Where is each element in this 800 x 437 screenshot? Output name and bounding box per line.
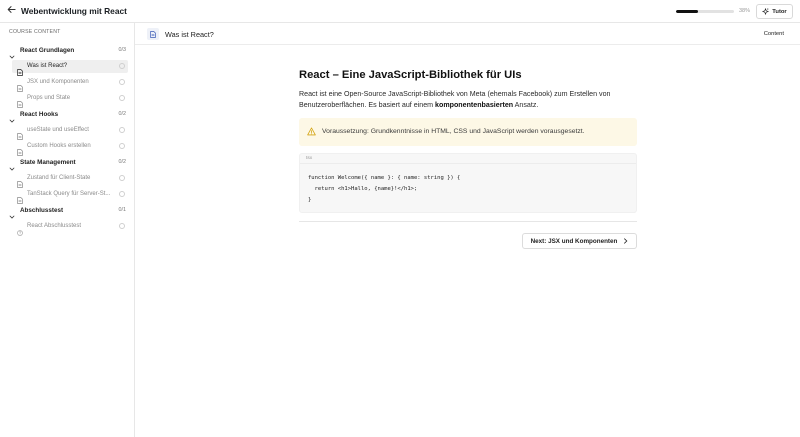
tutor-label: Tutor xyxy=(772,8,787,15)
next-lesson-label: Next: JSX und Komponenten xyxy=(530,237,618,245)
completion-circle-icon[interactable] xyxy=(119,78,125,85)
sparkle-icon xyxy=(762,8,770,15)
sidebar-lesson-item[interactable]: React Abschlusstest xyxy=(12,220,128,236)
article-title: React – Eine JavaScript-Bibliothek für U… xyxy=(299,69,522,81)
section-title: React Hooks xyxy=(20,111,59,118)
content-button[interactable]: Content xyxy=(764,30,784,39)
sidebar-section[interactable]: React Grundlagen 0/3 xyxy=(0,44,135,59)
chevron-down-icon xyxy=(9,47,15,59)
sidebar-section[interactable]: React Hooks 0/2 xyxy=(0,108,135,123)
document-icon xyxy=(17,175,23,188)
lesson-title: Was ist React? xyxy=(27,62,68,69)
paragraph-bold-text: komponentenbasierten xyxy=(435,101,514,110)
completion-circle-icon[interactable] xyxy=(119,94,125,101)
completion-circle-icon[interactable] xyxy=(119,62,125,69)
completion-circle-icon[interactable] xyxy=(119,174,125,181)
sidebar-lesson-item[interactable]: JSX und Komponenten xyxy=(12,76,128,92)
course-progress-bar xyxy=(676,10,734,13)
chevron-down-icon xyxy=(9,159,15,171)
sidebar-lesson-item[interactable]: useState und useEffect xyxy=(12,124,128,140)
warning-icon xyxy=(307,127,316,136)
completion-circle-icon[interactable] xyxy=(119,126,125,133)
sidebar-lesson-item[interactable]: Zustand für Client-State xyxy=(12,172,128,188)
course-title: Webentwicklung mit React xyxy=(21,6,127,16)
code-language-label: tsx xyxy=(300,154,636,164)
paragraph-text-end: Ansatz. xyxy=(513,101,539,110)
sidebar-lesson-item[interactable]: Was ist React? xyxy=(12,59,128,76)
sidebar-lesson-item[interactable]: Props und State xyxy=(12,92,128,108)
lesson-title: Zustand für Client-State xyxy=(27,174,91,181)
sidebar-section[interactable]: Abschlusstest 0/1 xyxy=(0,204,135,219)
code-content: function Welcome({ name }: { name: strin… xyxy=(308,175,461,203)
lesson-title: Props und State xyxy=(27,94,71,101)
lesson-title: useState und useEffect xyxy=(27,126,89,133)
section-progress-count: 0/1 xyxy=(118,207,127,213)
section-title: State Management xyxy=(20,159,76,166)
section-title: Abschlusstest xyxy=(20,207,64,214)
chevron-right-icon xyxy=(624,238,628,244)
sidebar-section[interactable]: State Management 0/2 xyxy=(0,156,135,171)
article-paragraph: React ist eine Open-Source JavaScript-Bi… xyxy=(299,89,637,111)
document-icon xyxy=(17,95,23,108)
quiz-icon xyxy=(17,223,23,236)
chevron-down-icon xyxy=(9,207,15,219)
section-title: React Grundlagen xyxy=(20,47,75,54)
tutor-button[interactable]: Tutor xyxy=(756,4,793,19)
section-progress-count: 0/3 xyxy=(118,47,127,53)
sidebar-lesson-item[interactable]: TanStack Query für Server-St... xyxy=(12,188,128,204)
next-lesson-button[interactable]: Next: JSX und Komponenten xyxy=(522,233,637,249)
course-sidebar: COURSE CONTENT React Grundlagen 0/3 Was is… xyxy=(0,23,135,437)
document-icon xyxy=(17,191,23,204)
back-arrow-icon[interactable] xyxy=(7,5,17,17)
lesson-document-icon xyxy=(147,28,159,40)
code-block: tsx function Welcome({ name }: { name: s… xyxy=(299,153,637,213)
document-icon xyxy=(17,63,23,76)
progress-percent: 38% xyxy=(739,8,751,14)
lesson-title: TanStack Query für Server-St... xyxy=(27,190,111,197)
lesson-title: JSX und Komponenten xyxy=(27,78,89,85)
lesson-title: React Abschlusstest xyxy=(27,222,82,229)
sidebar-heading: COURSE CONTENT xyxy=(9,29,61,35)
progress-fill xyxy=(676,10,699,13)
callout-text: Voraussetzung: Grundkenntnisse in HTML, … xyxy=(322,128,585,135)
sidebar-lesson-item[interactable]: Custom Hooks erstellen xyxy=(12,140,128,156)
lesson-title: Was ist React? xyxy=(165,30,214,39)
section-progress-count: 0/2 xyxy=(118,159,127,165)
completion-circle-icon[interactable] xyxy=(119,222,125,229)
chevron-down-icon xyxy=(9,111,15,123)
document-icon xyxy=(17,143,23,156)
prerequisite-callout: Voraussetzung: Grundkenntnisse in HTML, … xyxy=(299,118,637,146)
document-icon xyxy=(17,127,23,140)
document-icon xyxy=(17,79,23,92)
completion-circle-icon[interactable] xyxy=(119,142,125,149)
section-progress-count: 0/2 xyxy=(118,111,127,117)
top-bar: Webentwicklung mit React 38% Tutor xyxy=(0,0,800,23)
divider xyxy=(299,221,637,222)
lesson-header: Was ist React? Content xyxy=(135,23,800,45)
lesson-title: Custom Hooks erstellen xyxy=(27,142,91,149)
completion-circle-icon[interactable] xyxy=(119,190,125,197)
